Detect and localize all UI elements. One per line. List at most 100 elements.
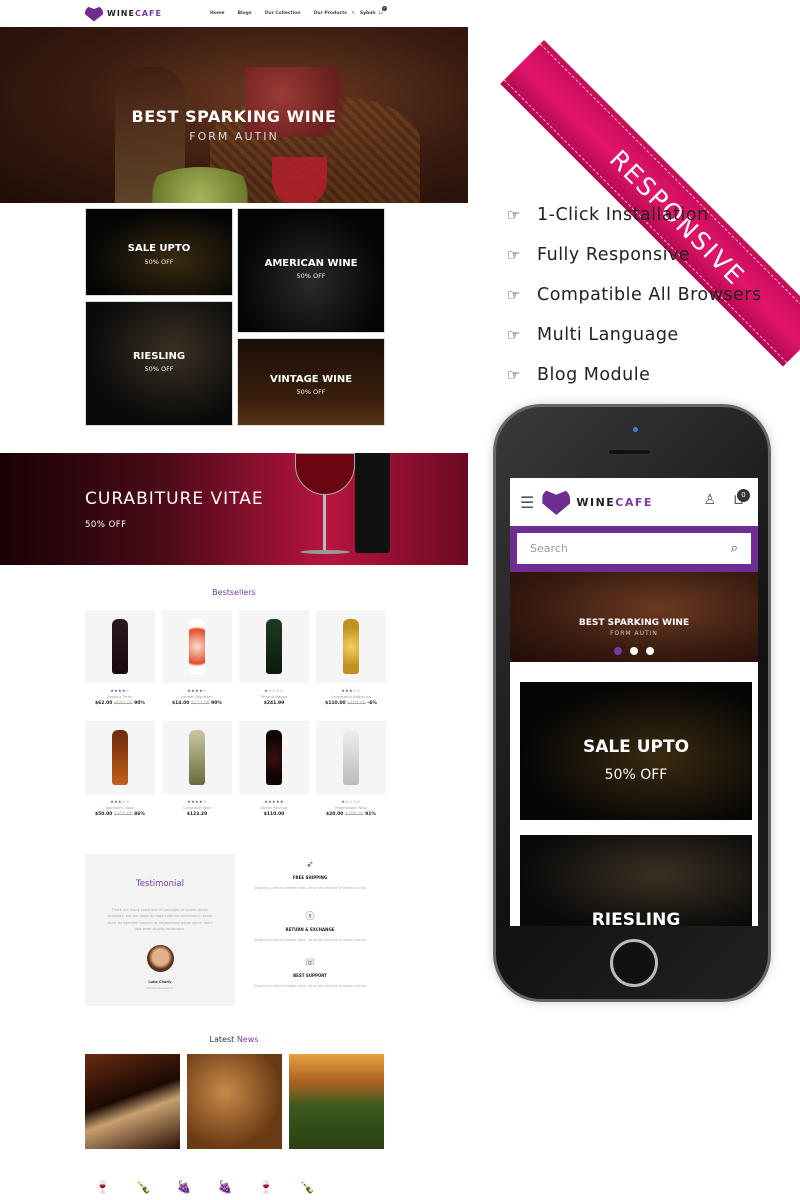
brand-logo[interactable]: 🍾 [300,1180,315,1194]
search-icon[interactable]: ⌕ [731,541,738,556]
banner-sale-upto[interactable]: SALE UPTO 50% OFF [85,208,233,296]
testimonial-role: Iphone Developer [146,985,174,990]
service-return-exchange: ⓢ RETURN & EXCHANGE Shipping & returns h… [250,909,370,942]
product-name[interactable]: Dapibus Tortor [85,695,155,699]
product-name[interactable]: Tempus Magna [239,695,309,699]
news-image-glasses[interactable] [187,1054,282,1149]
mobile-banner-riesling[interactable]: RIESLING [520,835,752,926]
feature-label: 1-Click Installation [537,205,709,225]
testimonial-title: Testimonial [136,879,184,889]
mobile-hero-title: BEST SPARKING WINE [578,618,690,628]
bestsellers-title: Bestsellers [212,588,256,597]
banner-american-wine[interactable]: AMERICAN WINE 50% OFF [237,208,385,333]
promo-title: CURABITURE VITAE [85,489,264,509]
rating-stars: ★★★★☆ [187,799,207,804]
thumbs-up-icon: ☞ [507,286,521,304]
service-desc: Shipping & returns hidden costs - all pr… [254,938,366,942]
product-name[interactable]: Aenean Dignissim [162,695,232,699]
search-placeholder: Search [530,542,568,555]
product-grid-row-2: ★★★☆☆ Dignissim Ligula $50.00 $355.00 86… [85,721,386,817]
slider-dot[interactable] [630,647,638,655]
news-image-bottles[interactable] [85,1054,180,1149]
banner-vintage-wine[interactable]: VINTAGE WINE 50% OFF [237,338,385,426]
product-price: $62.00 $602.00 90% [85,701,155,706]
promo-glass-stem [323,495,326,550]
feature-label: Fully Responsive [537,245,691,265]
user-icon[interactable]: ♙ [703,492,716,508]
nav-our-collection[interactable]: Our Collection [265,11,301,16]
mobile-hero-slider[interactable]: BEST SPARKING WINE FORM AUTIN [510,572,758,662]
product-image[interactable] [85,721,155,794]
nav-home[interactable]: Home [210,11,225,16]
thumbs-up-icon: ☞ [507,326,521,344]
brand-logo[interactable]: 🍾 [136,1180,151,1194]
rating-stars: ★★★☆☆ [341,688,361,693]
hero-glass-image [272,157,327,203]
service-best-support: ☏ BEST SUPPORT Shipping & returns hidden… [250,958,370,988]
home-button[interactable] [610,939,658,987]
product-name[interactable]: Consequat Nibh [162,806,232,810]
news-title-a: Latest [209,1035,237,1044]
product-image[interactable] [316,721,386,794]
bottle-image [343,730,359,785]
banner-title: VINTAGE WINE [269,374,353,385]
product-image[interactable] [316,610,386,683]
search-input[interactable]: Search ⌕ [517,533,751,564]
nav-blogs[interactable]: Blogs [238,11,252,16]
product-card[interactable]: ★☆☆☆☆ Pellentesque Nisoi $20.00 $206.00 … [316,721,386,817]
logo-heart-icon [85,5,103,22]
promo-glass-image [295,453,355,495]
slider-dot[interactable] [646,647,654,655]
product-image[interactable] [239,610,309,683]
mobile-logo[interactable]: WINECAFE [542,489,653,515]
speaker-grille [608,449,651,455]
brand-accent: CAFE [134,9,162,18]
rating-stars: ★★★★☆ [110,688,130,693]
nav-our-products[interactable]: Our Products [314,11,347,16]
logo-heart-icon [542,489,571,515]
logo[interactable]: WINECAFE [85,5,162,22]
product-card[interactable]: ★★★☆☆ Dignissim Ligula $50.00 $355.00 86… [85,721,155,817]
product-image[interactable] [162,610,232,683]
brand-logo[interactable]: 🍇 [177,1180,192,1194]
promo-bottle-image [355,453,390,553]
product-image[interactable] [239,721,309,794]
brand-logo[interactable]: 🍷 [259,1180,274,1194]
hero-subtitle: FORM AUTIN [189,130,279,143]
search-icon[interactable]: ⌕ [352,9,355,17]
hero-slider[interactable]: BEST SPARKING WINE FORM AUTIN [0,27,468,203]
product-name[interactable]: Dignissim Ligula [85,806,155,810]
brand-main: WINE [576,495,616,509]
cart-badge: 0 [737,489,750,502]
banner-riesling[interactable]: RIESLING 50% OFF [85,301,233,426]
product-name[interactable]: Consectetur Adipiscing [316,695,386,699]
product-name[interactable]: Pellentesque Nisoi [316,806,386,810]
brand-logo[interactable]: 🍷 [95,1180,110,1194]
bottle-image [343,619,359,674]
cart-icon[interactable]: ⊔ 0 [378,6,387,17]
user-icon[interactable]: ♙ [364,9,369,17]
product-card[interactable]: ★★★★☆ Consequat Nibh $123.20 [162,721,232,817]
slider-dots [614,647,654,655]
hamburger-menu-icon[interactable]: ☰ [520,493,534,512]
product-name[interactable]: Donec Pulvinar [239,806,309,810]
banner-subtitle: 50% OFF [144,365,174,373]
product-card[interactable]: ★☆☆☆☆ Tempus Magna $241.99 [239,610,309,706]
price-current: $110.00 [325,701,346,706]
product-image[interactable] [162,721,232,794]
product-image[interactable] [85,610,155,683]
rating-stars: ★☆☆☆☆ [264,688,284,693]
news-image-vineyard[interactable] [289,1054,384,1149]
promo-banner[interactable]: CURABITURE VITAE 50% OFF [0,453,468,565]
brand-logo[interactable]: 🍇 [218,1180,233,1194]
product-card[interactable]: ★★★☆☆ Consectetur Adipiscing $110.00 $10… [316,610,386,706]
rating-stars: ★☆☆☆☆ [341,799,361,804]
product-card[interactable]: ★★★★☆ Dapibus Tortor $62.00 $602.00 90% [85,610,155,706]
mobile-banner-sale-upto[interactable]: SALE UPTO 50% OFF [520,682,752,820]
product-card[interactable]: ★★★★★ Donec Pulvinar $110.00 [239,721,309,817]
product-price: $50.00 $355.00 86% [85,812,155,817]
product-card[interactable]: ★★★★☆ Aenean Dignissim $14.00 $122.00 90… [162,610,232,706]
slider-dot-active[interactable] [614,647,622,655]
thumbs-up-icon: ☞ [507,246,521,264]
product-price: $20.00 $206.00 91% [316,812,386,817]
